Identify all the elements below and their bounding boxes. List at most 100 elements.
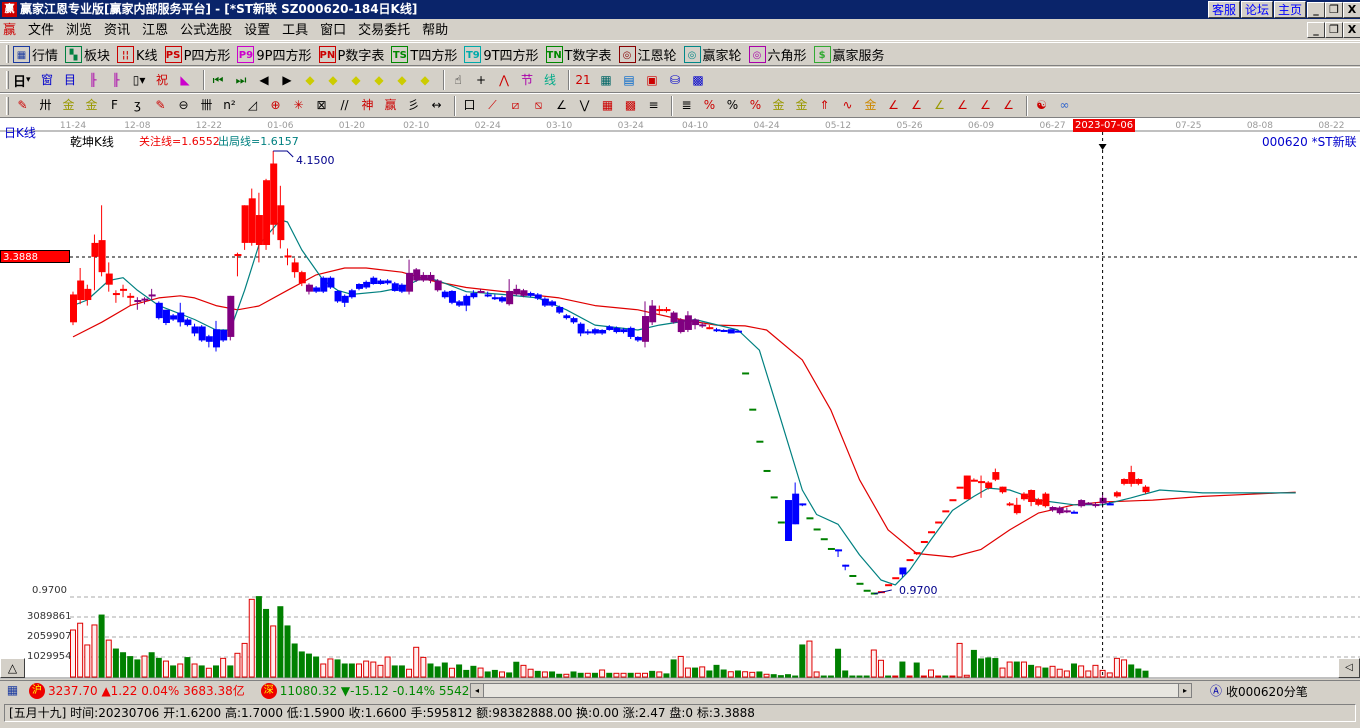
percent-lines-icon[interactable]: %: [746, 96, 765, 115]
candle-type-icon[interactable]: ▯▾: [130, 71, 149, 90]
n2-icon[interactable]: n²: [220, 96, 239, 115]
menu-item[interactable]: 公式选股: [174, 20, 238, 42]
window-icon[interactable]: 窗: [38, 71, 57, 90]
menu-item[interactable]: 帮助: [416, 20, 454, 42]
menu-item[interactable]: 工具: [276, 20, 314, 42]
angle-icon[interactable]: ∠: [552, 96, 571, 115]
calendar-icon[interactable]: 21: [574, 71, 593, 90]
ruler-icon[interactable]: ≣: [677, 96, 696, 115]
scroll-left-button[interactable]: ◂: [471, 684, 484, 697]
child-minimize-button[interactable]: _: [1307, 22, 1325, 38]
toolbar-button[interactable]: ▚ 板块: [65, 45, 110, 64]
minimize-button[interactable]: _: [1307, 2, 1325, 18]
toolbar-grip[interactable]: [6, 71, 9, 89]
diamond-updown-icon[interactable]: ◆: [416, 71, 435, 90]
gold1-icon[interactable]: 金: [59, 96, 78, 115]
toolbar-button[interactable]: ◎ 赢家轮: [683, 45, 742, 64]
gold-angle-icon[interactable]: ∠: [930, 96, 949, 115]
toolbar-button[interactable]: P9 9P四方形: [237, 45, 312, 64]
diamond-left-icon[interactable]: ◆: [301, 71, 320, 90]
parallel-icon[interactable]: 卌: [197, 96, 216, 115]
width-icon[interactable]: ↔: [427, 96, 446, 115]
fan-icon[interactable]: F: [105, 96, 124, 115]
crosshair-icon[interactable]: +: [472, 71, 491, 90]
export-icon[interactable]: ▩: [689, 71, 708, 90]
arrow-up-icon[interactable]: ⇑: [815, 96, 834, 115]
calculator-icon[interactable]: ▦: [597, 71, 616, 90]
zigzag-icon[interactable]: ⋀: [495, 71, 514, 90]
expand-panel-button[interactable]: △: [0, 658, 25, 678]
star-icon[interactable]: ✳: [289, 96, 308, 115]
toolbar-button[interactable]: TS T四方形: [391, 45, 457, 64]
report-icon[interactable]: ▤: [620, 71, 639, 90]
infinity-icon[interactable]: ∞: [1055, 96, 1074, 115]
menu-item[interactable]: 交易委托: [352, 20, 416, 42]
shen-angle-icon[interactable]: ∠: [953, 96, 972, 115]
bars9-icon[interactable]: ╟: [107, 71, 126, 90]
menu-item[interactable]: 浏览: [60, 20, 98, 42]
toolbar-button[interactable]: TN T数字表: [545, 45, 612, 64]
bars3-icon[interactable]: ╟: [84, 71, 103, 90]
box-diag-icon[interactable]: ⧄: [506, 96, 525, 115]
gold-line-icon[interactable]: 金: [861, 96, 880, 115]
prev-icon[interactable]: ◀: [255, 71, 274, 90]
diamond-cross-icon[interactable]: ◆: [370, 71, 389, 90]
target-icon[interactable]: ⊕: [266, 96, 285, 115]
ticker-scrollbar[interactable]: ◂ ▸: [470, 683, 1192, 698]
network-icon[interactable]: ⛁: [666, 71, 685, 90]
toolbar-button[interactable]: ▦ 行情: [13, 45, 58, 64]
diamond-both-icon[interactable]: ◆: [347, 71, 366, 90]
restore-button[interactable]: ❐: [1325, 2, 1343, 18]
toolbar-button[interactable]: ◎ 江恩轮: [618, 45, 677, 64]
ying-icon[interactable]: 赢: [381, 96, 400, 115]
flag-icon[interactable]: ◣: [176, 71, 195, 90]
box-icon[interactable]: 口: [460, 96, 479, 115]
toolbar-grip[interactable]: [6, 45, 9, 63]
spiral-icon[interactable]: ʒ: [128, 96, 147, 115]
red-mark-icon[interactable]: 祝: [153, 71, 172, 90]
gold-circle-icon[interactable]: 金: [769, 96, 788, 115]
diamond-star-icon[interactable]: ◆: [393, 71, 412, 90]
menu-item[interactable]: 资讯: [98, 20, 136, 42]
kline-chart[interactable]: 11-24 12-08 12-22 01-06 01-20 02-10 02-24 03-10…: [0, 118, 1360, 679]
collapse-panel-button[interactable]: ◁: [1338, 658, 1360, 678]
menu-item[interactable]: 文件: [22, 20, 60, 42]
percent-red-icon[interactable]: %: [700, 96, 719, 115]
notes-icon[interactable]: 目: [61, 71, 80, 90]
yinyang-icon[interactable]: ☯: [1032, 96, 1051, 115]
home-link[interactable]: 主页: [1274, 1, 1307, 18]
forum-link[interactable]: 论坛: [1241, 1, 1274, 18]
j-angle-icon[interactable]: ∠: [884, 96, 903, 115]
menu-item[interactable]: 设置: [238, 20, 276, 42]
gold2-icon[interactable]: 金: [82, 96, 101, 115]
fan-red-icon[interactable]: ⟋: [483, 96, 502, 115]
lines-icon[interactable]: ≡: [644, 96, 663, 115]
shen-icon[interactable]: 神: [358, 96, 377, 115]
toolbar-button[interactable]: ◎ 六角形: [748, 45, 807, 64]
percent-icon[interactable]: %: [723, 96, 742, 115]
menu-item[interactable]: 江恩: [136, 20, 174, 42]
child-close-button[interactable]: X: [1343, 22, 1360, 38]
gold-lines-icon[interactable]: 金: [792, 96, 811, 115]
wave-icon[interactable]: ∿: [838, 96, 857, 115]
toolbar-button[interactable]: T9 9T四方形: [464, 45, 539, 64]
last-icon[interactable]: ⏭: [232, 71, 251, 90]
toolbar-button[interactable]: PN P数字表: [318, 45, 384, 64]
slash-icon[interactable]: //: [335, 96, 354, 115]
box-diag2-icon[interactable]: ⧅: [529, 96, 548, 115]
hash-icon[interactable]: 卅: [36, 96, 55, 115]
ying-angle-icon[interactable]: ∠: [976, 96, 995, 115]
quote-table-icon[interactable]: ▦: [3, 681, 22, 700]
triangle-icon[interactable]: ◿: [243, 96, 262, 115]
line-icon[interactable]: 线: [541, 71, 560, 90]
grid-icon[interactable]: ▦: [598, 96, 617, 115]
square-icon[interactable]: ⊠: [312, 96, 331, 115]
pen-icon[interactable]: ✎: [13, 96, 32, 115]
f-angle-icon[interactable]: ∠: [907, 96, 926, 115]
diamond-right-icon[interactable]: ◆: [324, 71, 343, 90]
v-icon[interactable]: ⋁: [575, 96, 594, 115]
chart-canvas[interactable]: 11-24 12-08 12-22 01-06 01-20 02-10 02-24 03-10…: [0, 118, 1360, 679]
toolbar-button[interactable]: $ 赢家服务: [813, 45, 885, 64]
close-button[interactable]: X: [1343, 2, 1360, 18]
first-icon[interactable]: ⏮: [209, 71, 228, 90]
